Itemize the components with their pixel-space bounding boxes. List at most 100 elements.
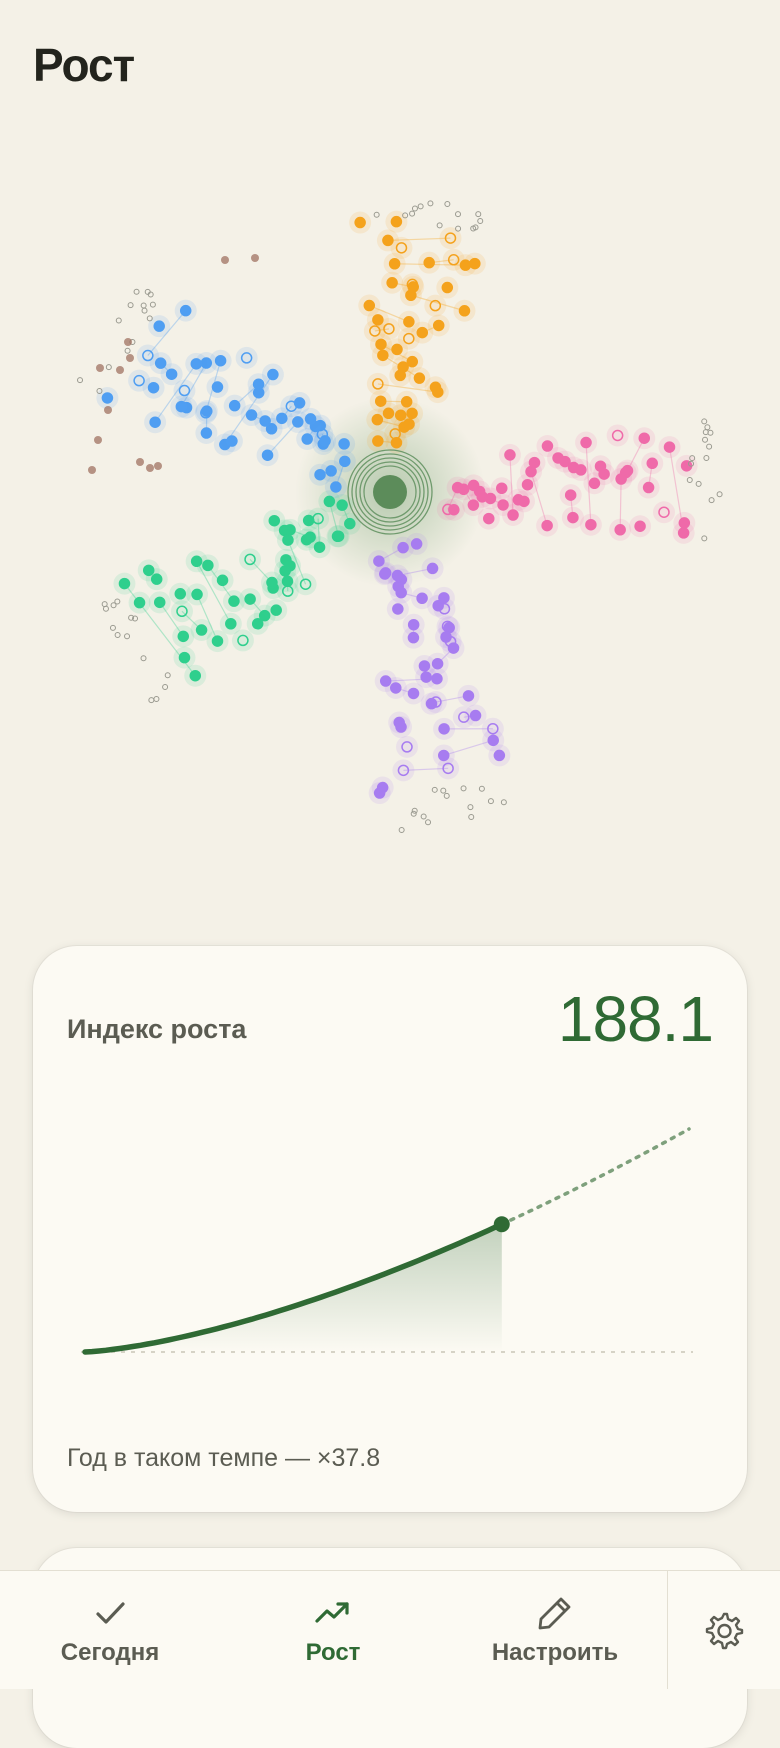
bloom-seed [134, 289, 139, 294]
bloom-node [373, 436, 383, 446]
bloom-seed [437, 223, 442, 228]
bloom-halo [392, 759, 414, 781]
bloom-seed [399, 827, 404, 832]
tab-growth[interactable]: Рост [263, 1571, 403, 1689]
bloom-node [154, 321, 164, 331]
bloom-seed [142, 308, 147, 313]
trend-area [85, 1224, 502, 1352]
bloom-node [387, 278, 397, 288]
bloom-node [407, 357, 417, 367]
bloom-seed [421, 814, 426, 819]
gear-icon [704, 1610, 744, 1650]
bloom-node [390, 259, 400, 269]
bloom-node [412, 539, 422, 549]
bloom-node [433, 387, 443, 397]
bloom-node [644, 483, 654, 493]
bloom-node [144, 565, 154, 575]
bloom-node [391, 217, 401, 227]
check-icon [90, 1593, 130, 1633]
bloom-seed [154, 696, 159, 701]
bloom-node [247, 410, 257, 420]
bloom-seed [374, 212, 379, 217]
bloom-seed [115, 599, 120, 604]
growth-footnote: Год в таком темпе — ×37.8 [67, 1444, 380, 1473]
bloom-node [442, 283, 452, 293]
bloom-node [505, 450, 515, 460]
current-point-marker [494, 1216, 510, 1232]
bloom-node [315, 470, 325, 480]
bloom-halo [396, 736, 418, 758]
bloom-node [508, 510, 518, 520]
bloom-node [267, 578, 277, 588]
bloom-node [364, 301, 374, 311]
bloom-node [253, 619, 263, 629]
bloom-seed [702, 536, 707, 541]
bloom-seed [418, 204, 423, 209]
bloom-halo [653, 501, 675, 523]
bloom-node [635, 521, 645, 531]
bloom-node [230, 401, 240, 411]
bloom-node [376, 396, 386, 406]
bloom-seed [141, 656, 146, 661]
bloom-node [494, 750, 504, 760]
bloom-node [428, 563, 438, 573]
bloom-node [404, 317, 414, 327]
bloom-node [345, 519, 355, 529]
bloom-seed [426, 820, 431, 825]
bloom-seed [150, 302, 155, 307]
bloom-node [155, 597, 165, 607]
bloom-node [586, 520, 596, 530]
bloom-seed [501, 800, 506, 805]
bloom-node [449, 505, 459, 515]
bloom-stray-dot [221, 256, 229, 264]
bloom-node [305, 532, 315, 542]
bloom-seed [445, 201, 450, 206]
bloom-node [439, 724, 449, 734]
bloom-seed [478, 218, 483, 223]
bloom-node [497, 483, 507, 493]
bloom-node [568, 513, 578, 523]
bloom-node [181, 306, 191, 316]
bloom-node [212, 636, 222, 646]
bloom-node [402, 397, 412, 407]
tab-configure[interactable]: Настроить [480, 1571, 630, 1689]
bloom-node [226, 619, 236, 629]
bloom-node [373, 315, 383, 325]
bloom-halo [607, 424, 629, 446]
bloom-node [269, 516, 279, 526]
bloom-node [383, 235, 393, 245]
bloom-halo [443, 249, 465, 271]
growth-index-value: 188.1 [558, 982, 713, 1056]
bloom-node [484, 514, 494, 524]
bloom-seed [703, 437, 708, 442]
bloom-seed [704, 456, 709, 461]
tab-today[interactable]: Сегодня [40, 1571, 180, 1689]
bloom-node [542, 441, 552, 451]
bloom-node [391, 683, 401, 693]
bloom-stray-dot [104, 406, 112, 414]
bloom-node [421, 672, 431, 682]
bloom-node [408, 282, 418, 292]
bloom-seed [125, 634, 130, 639]
bloom-seed [149, 698, 154, 703]
bloom-node [355, 218, 365, 228]
bloom-node [201, 428, 211, 438]
bloom-node [175, 589, 185, 599]
bloom-seed [128, 303, 133, 308]
bloom-node [263, 450, 273, 460]
page-title: Рост [33, 38, 134, 92]
bloom-node [340, 456, 350, 466]
settings-button[interactable] [668, 1571, 780, 1689]
bloom-node [334, 531, 344, 541]
bloom-node [526, 467, 536, 477]
bloom-seed [468, 805, 473, 810]
bloom-node [459, 306, 469, 316]
bloom-seed [165, 673, 170, 678]
bloom-node [647, 458, 657, 468]
bloom-seed [696, 481, 701, 486]
bloom-seed [476, 212, 481, 217]
bloom-halo [437, 757, 459, 779]
bloom-node [212, 382, 222, 392]
bloom-node [519, 496, 529, 506]
bloom-node [542, 521, 552, 531]
